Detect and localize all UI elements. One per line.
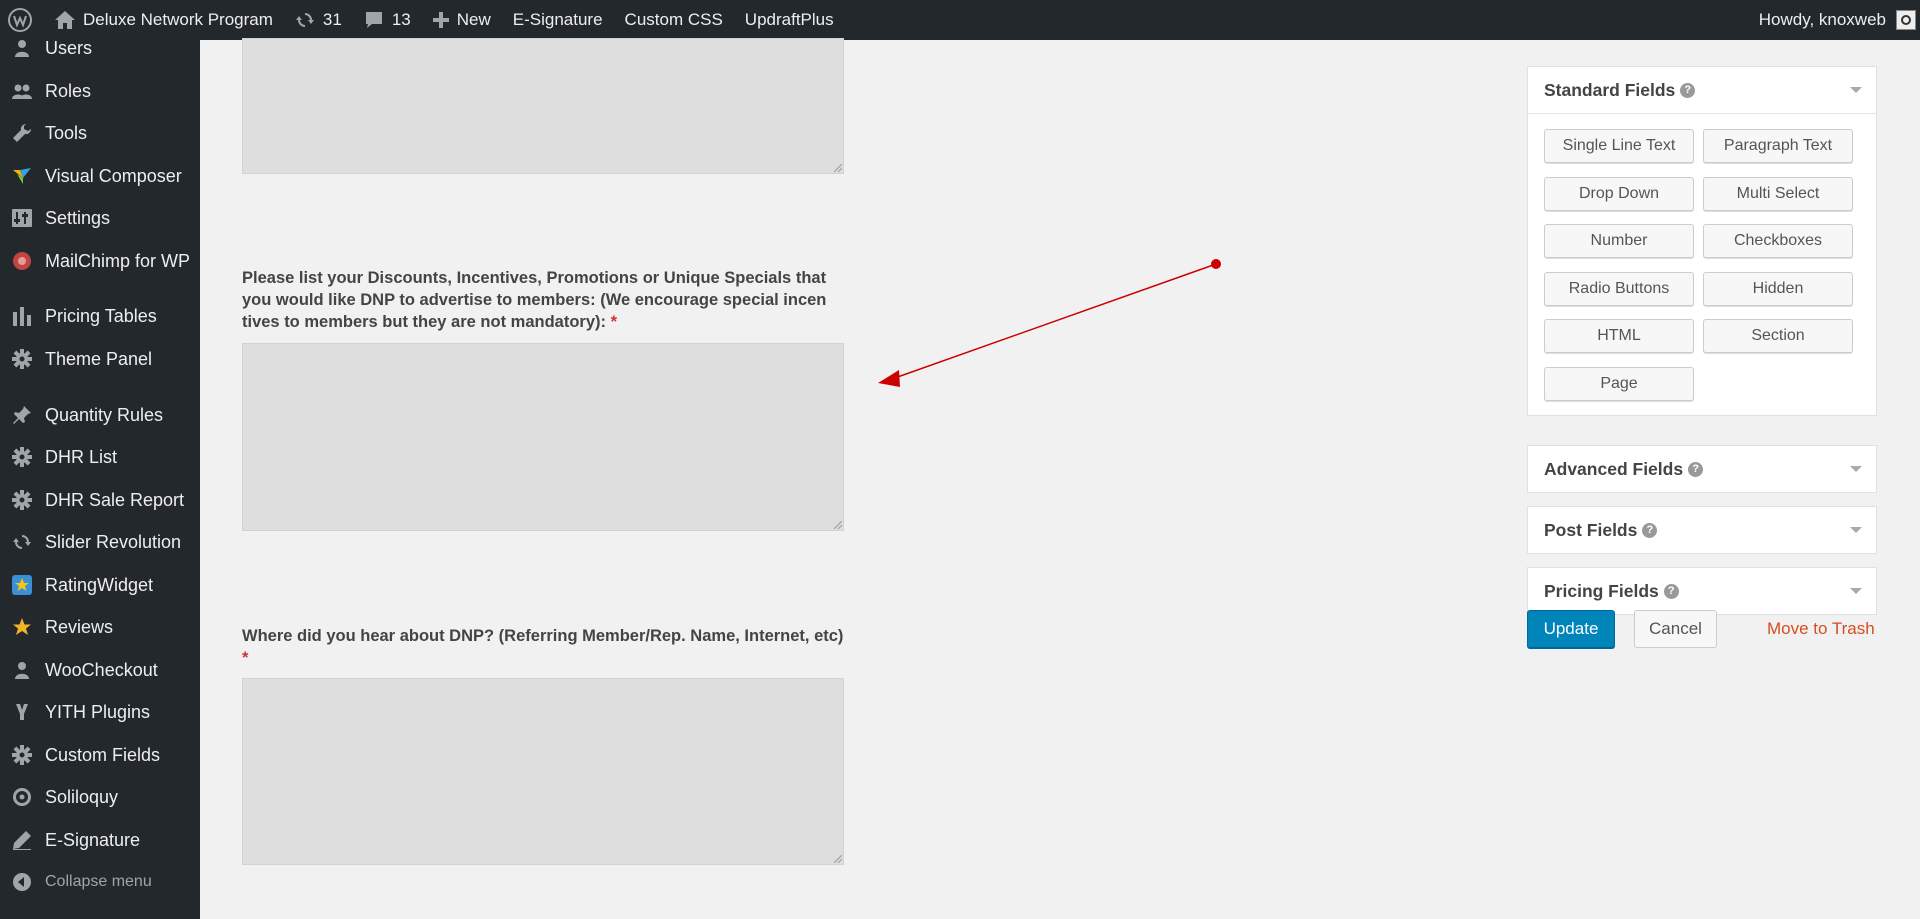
- post-fields-box[interactable]: Post Fields ?: [1527, 506, 1877, 554]
- drop-down-button[interactable]: Drop Down: [1544, 177, 1694, 211]
- help-icon[interactable]: ?: [1688, 461, 1704, 477]
- toggle-arrow-icon[interactable]: [1850, 87, 1862, 93]
- post-fields-header[interactable]: Post Fields ?: [1528, 507, 1876, 553]
- advanced-fields-box[interactable]: Advanced Fields ?: [1527, 445, 1877, 493]
- hidden-button[interactable]: Hidden: [1703, 272, 1853, 306]
- cancel-button[interactable]: Cancel: [1634, 610, 1717, 648]
- standard-fields-header[interactable]: Standard Fields ?: [1528, 67, 1876, 113]
- number-button[interactable]: Number: [1544, 224, 1694, 258]
- move-to-trash-link[interactable]: Move to Trash: [1767, 619, 1875, 639]
- box-title: Advanced Fields: [1544, 458, 1684, 479]
- toggle-arrow-icon[interactable]: [1850, 588, 1862, 594]
- help-icon[interactable]: ?: [1663, 583, 1679, 599]
- help-icon[interactable]: ?: [1642, 522, 1658, 538]
- pricing-fields-box[interactable]: Pricing Fields ?: [1527, 567, 1877, 615]
- single-line-text-button[interactable]: Single Line Text: [1544, 129, 1694, 163]
- radio-buttons-button[interactable]: Radio Buttons: [1544, 272, 1694, 306]
- multi-select-button[interactable]: Multi Select: [1703, 177, 1853, 211]
- paragraph-text-button[interactable]: Paragraph Text: [1703, 129, 1853, 163]
- box-title: Standard Fields: [1544, 79, 1676, 100]
- box-title: Post Fields: [1544, 519, 1638, 540]
- standard-fields-buttons: Single Line Text Paragraph Text Drop Dow…: [1528, 113, 1876, 415]
- pricing-fields-header[interactable]: Pricing Fields ?: [1528, 568, 1876, 614]
- advanced-fields-header[interactable]: Advanced Fields ?: [1528, 446, 1876, 492]
- standard-fields-box: Standard Fields ? Single Line Text Parag…: [1527, 66, 1877, 416]
- page-button[interactable]: Page: [1544, 367, 1694, 401]
- section-button[interactable]: Section: [1703, 319, 1853, 353]
- toggle-arrow-icon[interactable]: [1850, 527, 1862, 533]
- toggle-arrow-icon[interactable]: [1850, 466, 1862, 472]
- html-button[interactable]: HTML: [1544, 319, 1694, 353]
- update-button[interactable]: Update: [1527, 610, 1615, 648]
- help-icon[interactable]: ?: [1680, 82, 1696, 98]
- checkboxes-button[interactable]: Checkboxes: [1703, 224, 1853, 258]
- box-title: Pricing Fields: [1544, 580, 1659, 601]
